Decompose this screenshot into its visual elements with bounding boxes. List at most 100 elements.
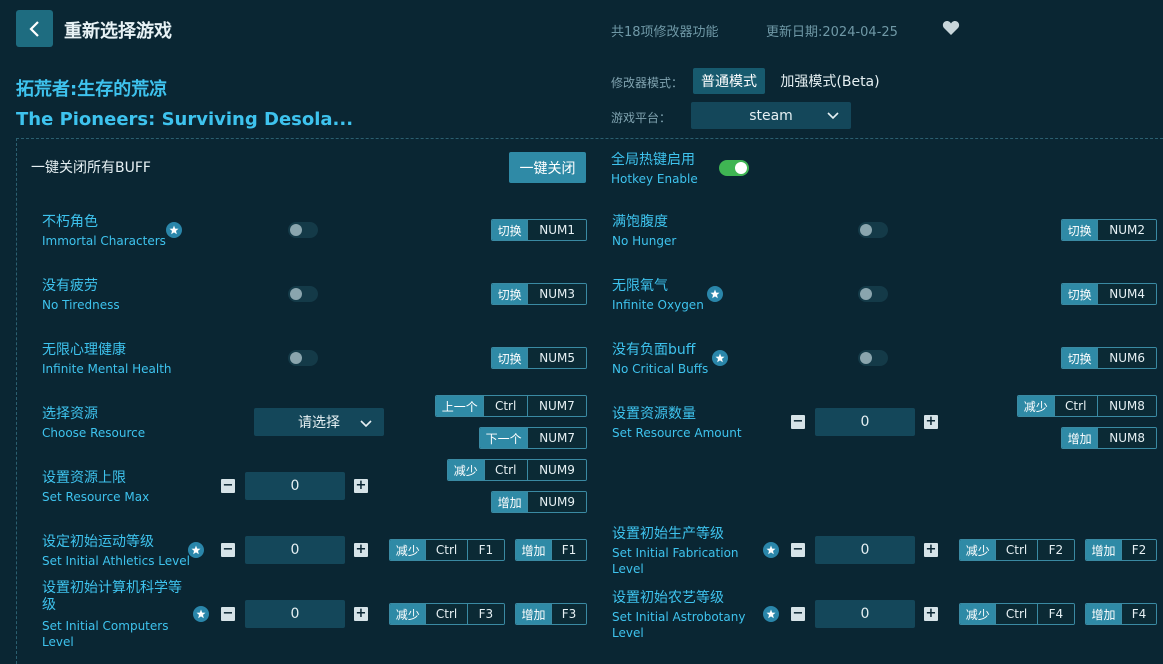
feature-label-en: Immortal Characters <box>42 234 166 248</box>
plus-button[interactable]: + <box>354 607 368 621</box>
star-icon <box>166 222 182 238</box>
minus-button[interactable]: − <box>221 607 235 621</box>
star-icon <box>188 542 204 558</box>
key-modifier: 减少 <box>390 540 426 560</box>
computers-label-cn: 设置初始计算机科学等级 <box>42 580 182 613</box>
key-value: F3 <box>551 604 586 624</box>
plus-button[interactable]: + <box>354 543 368 557</box>
amount-label-cn: 设置资源数量 <box>612 406 696 422</box>
key-value: F1 <box>551 540 586 560</box>
plus-button[interactable]: + <box>354 479 368 493</box>
chevron-down-icon <box>827 112 839 120</box>
amount-label-en: Set Resource Amount <box>612 426 742 440</box>
hotkey-infinite-oxygen[interactable]: 切换 NUM4 <box>1061 283 1157 305</box>
key-value: F1 <box>466 540 504 560</box>
enhanced-mode-button[interactable]: 加强模式(Beta) <box>775 68 885 94</box>
hotkey-computers-inc[interactable]: 增加 F3 <box>515 603 587 625</box>
feature-label-cn: 没有疲劳 <box>42 278 98 294</box>
hotkey-amount-dec[interactable]: 减少 Ctrl NUM8 <box>1017 395 1157 417</box>
normal-mode-button[interactable]: 普通模式 <box>693 68 765 94</box>
minus-button[interactable]: − <box>221 479 235 493</box>
hotkey-no-tiredness[interactable]: 切换 NUM3 <box>491 283 587 305</box>
plus-button[interactable]: + <box>924 415 938 429</box>
hotkey-label-cn: 全局热键启用 <box>611 152 695 168</box>
athletics-input[interactable]: 0 <box>245 536 345 564</box>
disable-all-button[interactable]: 一键关闭 <box>509 152 586 183</box>
key-value: NUM6 <box>1097 348 1156 368</box>
key-value: NUM8 <box>1096 396 1156 416</box>
toggle-knob <box>290 288 302 300</box>
key-modifier: 切换 <box>492 284 528 304</box>
minus-button[interactable]: − <box>791 415 805 429</box>
key-value: NUM7 <box>527 428 586 448</box>
hotkey-computers-dec[interactable]: 减少 Ctrl F3 <box>389 603 505 625</box>
hotkey-amount-inc[interactable]: 增加 NUM8 <box>1061 427 1157 449</box>
computers-label-en: Set Initial Computers Level <box>42 619 169 649</box>
toggle-knob <box>290 224 302 236</box>
max-input[interactable]: 0 <box>245 472 345 500</box>
no-tiredness-toggle[interactable] <box>288 286 318 302</box>
star-icon <box>763 542 779 558</box>
key-modifier: 减少 <box>448 460 484 480</box>
back-button[interactable] <box>16 10 53 47</box>
key-ctrl: Ctrl <box>425 540 467 560</box>
game-name-en: The Pioneers: Surviving Desola... <box>16 109 354 130</box>
hotkey-fabrication-inc[interactable]: 增加 F2 <box>1085 539 1157 561</box>
hotkey-astrobotany-dec[interactable]: 减少 Ctrl F4 <box>959 603 1075 625</box>
no-hunger-toggle[interactable] <box>858 222 888 238</box>
hotkey-max-dec[interactable]: 减少 Ctrl NUM9 <box>447 459 587 481</box>
key-modifier: 减少 <box>390 604 426 624</box>
hotkey-resource-prev[interactable]: 上一个 Ctrl NUM7 <box>435 395 587 417</box>
no-critical-buffs-toggle[interactable] <box>858 350 888 366</box>
hotkey-max-inc[interactable]: 增加 NUM9 <box>491 491 587 513</box>
astrobotany-input[interactable]: 0 <box>815 600 915 628</box>
platform-select[interactable]: steam <box>691 102 851 129</box>
feature-label-en: Infinite Mental Health <box>42 362 172 376</box>
update-date: 更新日期:2024-04-25 <box>766 25 898 40</box>
key-modifier: 切换 <box>492 220 528 240</box>
hotkey-mental-health[interactable]: 切换 NUM5 <box>491 347 587 369</box>
minus-button[interactable]: − <box>221 543 235 557</box>
key-modifier: 增加 <box>1062 428 1098 448</box>
amount-input[interactable]: 0 <box>815 408 915 436</box>
astrobotany-label-cn: 设置初始农艺等级 <box>612 590 724 606</box>
key-modifier: 增加 <box>1086 540 1122 560</box>
hotkey-immortal[interactable]: 切换 NUM1 <box>491 219 587 241</box>
hotkey-athletics-inc[interactable]: 增加 F1 <box>515 539 587 561</box>
chevron-down-icon <box>360 420 372 428</box>
hotkey-no-hunger[interactable]: 切换 NUM2 <box>1061 219 1157 241</box>
fabrication-label-cn: 设置初始生产等级 <box>612 526 724 542</box>
max-label-en: Set Resource Max <box>42 490 150 504</box>
plus-button[interactable]: + <box>924 543 938 557</box>
key-modifier: 增加 <box>1086 604 1122 624</box>
hotkey-fabrication-dec[interactable]: 减少 Ctrl F2 <box>959 539 1075 561</box>
hotkey-no-critical-buffs[interactable]: 切换 NUM6 <box>1061 347 1157 369</box>
hotkey-astrobotany-inc[interactable]: 增加 F4 <box>1085 603 1157 625</box>
hotkey-resource-next[interactable]: 下一个 NUM7 <box>479 427 587 449</box>
key-value: NUM5 <box>527 348 586 368</box>
toggle-knob <box>860 224 872 236</box>
feature-count: 共18项修改器功能 <box>611 25 719 40</box>
hotkey-toggle[interactable] <box>719 160 749 176</box>
key-modifier: 下一个 <box>480 428 528 448</box>
resource-select[interactable]: 请选择 <box>254 408 384 436</box>
mental-health-toggle[interactable] <box>288 350 318 366</box>
fabrication-input[interactable]: 0 <box>815 536 915 564</box>
computers-input[interactable]: 0 <box>245 600 345 628</box>
feature-label-cn: 满饱腹度 <box>612 214 668 230</box>
key-ctrl: Ctrl <box>995 540 1037 560</box>
heart-icon[interactable] <box>942 20 960 36</box>
key-modifier: 减少 <box>960 604 996 624</box>
platform-value: steam <box>749 107 793 124</box>
key-modifier: 增加 <box>492 492 528 512</box>
key-ctrl: Ctrl <box>483 396 527 416</box>
immortal-toggle[interactable] <box>288 222 318 238</box>
infinite-oxygen-toggle[interactable] <box>858 286 888 302</box>
plus-button[interactable]: + <box>924 607 938 621</box>
key-value: NUM7 <box>526 396 586 416</box>
key-modifier: 增加 <box>516 540 552 560</box>
minus-button[interactable]: − <box>791 543 805 557</box>
minus-button[interactable]: − <box>791 607 805 621</box>
key-value: NUM9 <box>527 492 586 512</box>
hotkey-athletics-dec[interactable]: 减少 Ctrl F1 <box>389 539 505 561</box>
